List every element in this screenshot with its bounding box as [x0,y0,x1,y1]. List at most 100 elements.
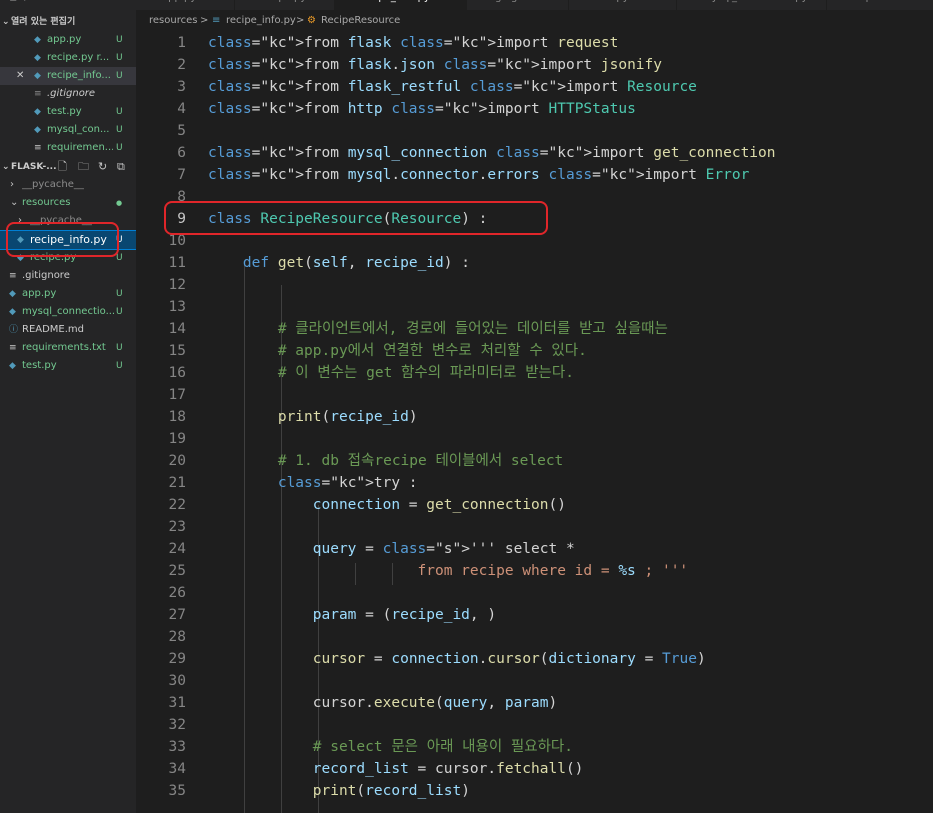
tab-active[interactable]: recipe_info.py U ✕ [334,0,467,10]
line-number: 5 [177,123,186,139]
code-line[interactable]: print(record_list) [208,780,470,802]
tree-item[interactable]: ◆ app.py U [0,285,136,303]
editor-tabs: app.py Urecipe.py Urecipe_info.py U ✕.gi… [136,0,933,10]
tab[interactable]: requirements.txt [826,0,933,10]
breadcrumb-file[interactable]: recipe_info.py [226,10,296,32]
open-editor-item[interactable]: ◆ test.py U [0,103,136,121]
line-number: 26 [168,585,186,601]
new-folder-icon[interactable]: 🗀 [78,158,89,176]
open-editors-header[interactable]: ⌄ 열려 있는 편집기 [0,13,136,31]
open-editor-label: recipe_info... [47,70,111,81]
tab[interactable]: .gitignore [466,0,569,10]
python-file-icon: ◆ [9,361,16,371]
code-line[interactable]: cursor = connection.cursor(dictionary = … [208,648,706,670]
code-editor[interactable]: 1 class="kc">from flask class="kc">import… [136,32,933,813]
code-line[interactable]: class="kc">try : [208,472,418,494]
open-editor-item[interactable]: ≡ .gitignore [0,85,136,103]
tree-item[interactable]: ⌄ resources ● [0,194,136,212]
open-editor-label: recipe.py r... [47,52,110,63]
open-editor-label: .gitignore [47,88,96,99]
line-number: 18 [168,409,186,425]
code-line[interactable]: param = (recipe_id, ) [208,604,496,626]
open-editor-label: requiremen... [47,142,113,153]
line-number: 15 [168,343,186,359]
code-line[interactable]: class="kc">from flask class="kc">import … [208,32,618,54]
line-number: 12 [168,277,186,293]
code-line[interactable]: query = class="s">''' select * [208,538,575,560]
code-line[interactable]: class="kc">from http class="kc">import H… [208,98,636,120]
tab[interactable]: mysql_connection.py U [676,0,827,10]
class-symbol-icon: ⚙ [307,15,316,26]
git-status-badge: U [116,307,123,317]
tree-item-label: resources [22,197,71,208]
text-file-icon: ≡ [9,343,17,353]
breadcrumb-folder[interactable]: resources [149,10,197,32]
tree-item-label: README.md [22,324,85,335]
tree-item[interactable]: ≡ .gitignore [0,267,136,285]
line-number: 6 [177,145,186,161]
code-line[interactable]: print(recipe_id) [208,406,418,428]
code-line[interactable]: # 이 변수는 get 함수의 파라미터로 받는다. [208,362,574,384]
line-number: 11 [168,255,186,271]
refresh-icon[interactable]: ↻ [98,158,107,176]
open-editor-label: mysql_con... [47,124,110,135]
open-editor-item[interactable]: ✕ ◆ recipe_info... U [0,67,136,85]
new-file-icon[interactable]: 🗋 [58,158,67,176]
tree-item[interactable]: ⓘ README.md [0,321,136,339]
git-file-icon: ≡ [34,89,42,99]
code-line[interactable]: # select 문은 아래 내용이 필요하다. [208,736,573,758]
code-line[interactable]: # app.py에서 연결한 변수로 처리할 수 있다. [208,340,587,362]
open-editor-label: test.py [47,106,82,117]
open-editor-item[interactable]: ◆ mysql_con... U [0,121,136,139]
code-line[interactable]: class="kc">from flask.json class="kc">im… [208,54,662,76]
open-editor-item[interactable]: ◆ recipe.py r... U [0,49,136,67]
tab[interactable]: app.py U [136,0,235,10]
line-number: 22 [168,497,186,513]
python-file-icon: ◆ [34,107,41,117]
chevron-down-icon: ⌄ [2,17,10,27]
code-line[interactable]: from recipe where id = %s ; ''' [208,560,689,582]
tree-item[interactable]: ◆ mysql_connectio... U [0,303,136,321]
tree-item-label: requirements.txt [22,342,106,353]
tab[interactable]: recipe.py U [234,0,335,10]
code-line[interactable]: # 클라이언트에서, 경로에 들어있는 데이터를 받고 싶을때는 [208,318,668,340]
explorer-toolbar: 🗋 🗀 ↻ ⧉ [0,158,136,176]
breadcrumb-symbol[interactable]: RecipeResource [321,10,400,32]
tree-item[interactable]: › __pycache__ [0,176,136,194]
tree-item[interactable]: ≡ requirements.txt U [0,339,136,357]
close-icon[interactable]: ✕ [16,67,24,85]
code-line[interactable]: class="kc">from flask_restful class="kc"… [208,76,697,98]
tree-item-label: app.py [22,288,57,299]
line-number: 29 [168,651,186,667]
code-line[interactable]: connection = get_connection() [208,494,566,516]
git-status-badge: U [116,71,123,81]
annotation-highlight-class-line [164,201,548,235]
line-number: 4 [177,101,186,117]
line-number: 3 [177,79,186,95]
line-number: 2 [177,57,186,73]
open-editor-item[interactable]: ≡ requiremen... U [0,139,136,157]
code-line[interactable]: def get(self, recipe_id) : [208,252,470,274]
tree-item-label: test.py [22,360,57,371]
python-file-icon: ◆ [9,307,16,317]
line-number: 28 [168,629,186,645]
tree-item-label: mysql_connectio... [22,306,114,317]
collapse-all-icon[interactable]: ⧉ [117,158,125,176]
python-file-icon: ◆ [34,71,41,81]
tree-item[interactable]: ◆ test.py U [0,357,136,375]
git-status-badge: U [116,125,123,135]
code-line[interactable]: # 1. db 접속recipe 테이블에서 select [208,450,563,472]
code-line[interactable]: record_list = cursor.fetchall() [208,758,584,780]
git-status-badge: ● [116,199,123,207]
chevron-down-icon: ⌄ [10,197,19,208]
line-number: 32 [168,717,186,733]
line-number: 24 [168,541,186,557]
line-number: 33 [168,739,186,755]
code-line[interactable]: cursor.execute(query, param) [208,692,557,714]
open-editor-item[interactable]: ◆ app.py U [0,31,136,49]
code-line[interactable]: class="kc">from mysql.connector.errors c… [208,164,749,186]
python-file-icon: ≡ [212,15,221,26]
breadcrumb-separator: > [200,15,209,26]
code-line[interactable]: class="kc">from mysql_connection class="… [208,142,775,164]
tab[interactable]: test.py U [568,0,677,10]
